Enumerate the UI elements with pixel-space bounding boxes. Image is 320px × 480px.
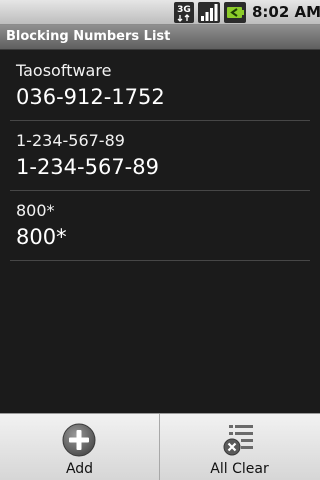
entry-name: 1-234-567-89 xyxy=(16,131,125,150)
add-button-label: Add xyxy=(65,461,94,477)
signal-strength-icon xyxy=(198,2,220,23)
clear-list-icon xyxy=(223,425,253,456)
network-3g-icon: 3G xyxy=(174,2,194,23)
page-title: Blocking Numbers List xyxy=(6,29,171,44)
blocked-numbers-list: Taosoftware 036-912-1752 1-234-567-89 1-… xyxy=(0,51,320,261)
title-bar: Blocking Numbers List xyxy=(0,25,320,50)
svg-text:3G: 3G xyxy=(177,5,191,15)
all-clear-button-label: All Clear xyxy=(210,461,269,477)
add-circle-icon xyxy=(62,423,96,457)
status-time: 8:02 AM xyxy=(252,3,320,21)
entry-number: 036-912-1752 xyxy=(16,85,165,109)
entry-name: 800* xyxy=(16,201,55,220)
entry-number: 1-234-567-89 xyxy=(16,155,159,179)
status-bar: 3G 8:02 AM xyxy=(0,0,320,25)
all-clear-button[interactable]: All Clear xyxy=(160,414,319,480)
list-item[interactable]: 800* 800* xyxy=(0,191,320,261)
list-divider xyxy=(10,260,310,261)
add-button[interactable]: Add xyxy=(0,414,159,480)
entry-name: Taosoftware xyxy=(16,61,112,80)
entry-number: 800* xyxy=(16,225,67,249)
bottom-menu-bar: Add All Clear xyxy=(0,413,320,480)
list-item[interactable]: 1-234-567-89 1-234-567-89 xyxy=(0,121,320,191)
battery-icon xyxy=(224,2,246,23)
list-item[interactable]: Taosoftware 036-912-1752 xyxy=(0,51,320,121)
